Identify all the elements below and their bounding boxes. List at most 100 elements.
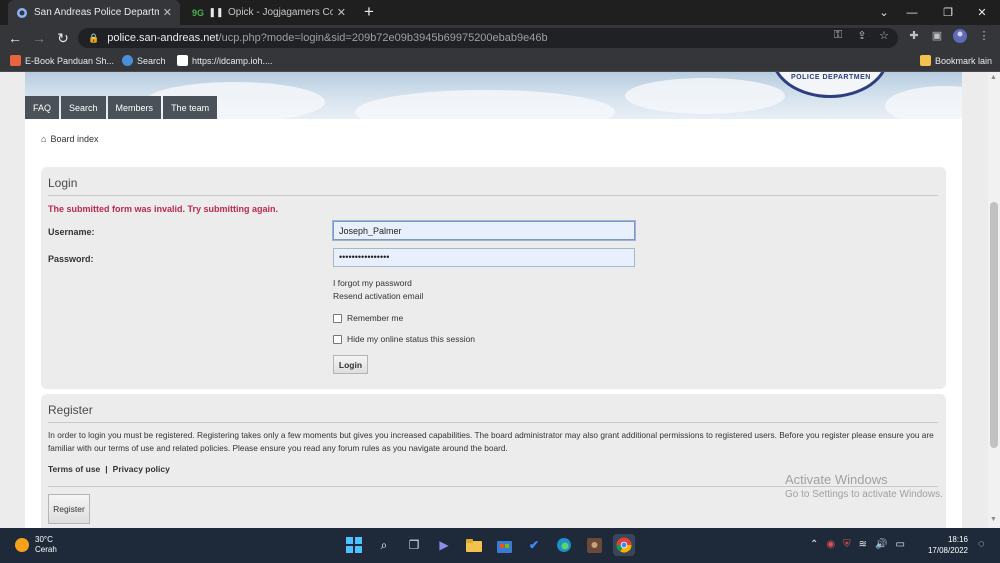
forum-wrapper: POLICE DEPARTMEN FAQ Search Members The … xyxy=(25,72,962,528)
sapd-favicon-icon xyxy=(16,7,28,19)
page-viewport: POLICE DEPARTMEN FAQ Search Members The … xyxy=(0,72,988,528)
taskbar-clock[interactable]: 18:16 17/08/2022 xyxy=(922,534,968,556)
bookmark-folder-other[interactable]: Bookmark lain xyxy=(920,55,992,66)
audio-playing-icon[interactable]: ❚❚ xyxy=(208,7,223,19)
close-tab-icon[interactable]: ✕ xyxy=(163,6,172,19)
site-nav-tabs: FAQ Search Members The team xyxy=(25,96,218,119)
search-icon[interactable]: ⌕ xyxy=(373,534,395,556)
taskbar-apps: ⌕ ❐ ▶ ✔ xyxy=(343,534,635,556)
sunny-weather-icon xyxy=(15,538,29,552)
nav-tab-faq[interactable]: FAQ xyxy=(25,96,60,119)
tab-opick-jogjagamers[interactable]: 9G ❚❚ Opick - Jogjagamers Commun ✕ xyxy=(184,0,354,25)
security-icon[interactable]: ⛨ xyxy=(843,539,851,550)
policy-links: Terms of use | Privacy policy xyxy=(48,464,170,474)
lock-icon[interactable]: 🔒 xyxy=(88,33,99,44)
bookmark-label: E-Book Panduan Sh... xyxy=(25,55,115,66)
tab-title: San Andreas Police Department xyxy=(34,7,159,18)
watermark-subtitle: Go to Settings to activate Windows. xyxy=(785,489,943,500)
forgot-password-link[interactable]: I forgot my password xyxy=(333,278,412,288)
resend-activation-link[interactable]: Resend activation email xyxy=(333,291,423,301)
privacy-policy-link[interactable]: Privacy policy xyxy=(113,464,170,474)
wifi-icon[interactable]: ≋ xyxy=(859,539,867,550)
breadcrumb: ⌂ Board index xyxy=(41,134,98,144)
side-panel-icon[interactable]: ▣ xyxy=(929,29,945,42)
divider xyxy=(48,422,938,423)
remember-me-label[interactable]: Remember me xyxy=(347,313,403,323)
ebook-favicon-icon xyxy=(10,55,21,66)
weather-description: Cerah xyxy=(35,545,57,554)
profile-avatar-icon[interactable] xyxy=(952,29,968,46)
close-window-icon[interactable]: ✕ xyxy=(964,0,1000,25)
bookmark-ebook[interactable]: E-Book Panduan Sh... xyxy=(10,55,114,66)
task-view-icon[interactable]: ❐ xyxy=(403,534,425,556)
search-favicon-icon xyxy=(122,55,133,66)
username-label: Username: xyxy=(48,227,95,237)
browser-toolbar: ← → ↻ 🔒 police.san-andreas.net/ucp.php?m… xyxy=(0,25,1000,51)
restore-icon[interactable]: ❐ xyxy=(930,0,966,25)
weather-temperature: 30°C xyxy=(35,535,53,544)
teams-chat-icon[interactable]: ▶ xyxy=(433,534,455,556)
key-icon[interactable]: ⚿ xyxy=(830,29,846,42)
username-input[interactable] xyxy=(333,221,635,240)
system-tray: ⌃ ◉ ⛨ ≋ 🔊 ▭ xyxy=(810,539,905,550)
scroll-down-icon[interactable]: ▼ xyxy=(990,516,997,523)
file-explorer-icon[interactable] xyxy=(463,534,485,556)
back-arrow-icon[interactable]: ← xyxy=(6,29,24,47)
tray-overflow-chevron-icon[interactable]: ⌃ xyxy=(810,539,818,550)
microsoft-store-icon[interactable] xyxy=(493,534,515,556)
notification-bell-icon[interactable]: ◌ xyxy=(978,538,985,550)
reload-icon[interactable]: ↻ xyxy=(54,29,72,47)
bookmarks-bar: E-Book Panduan Sh... Search https://idca… xyxy=(0,51,1000,72)
chrome-browser-icon[interactable] xyxy=(613,534,635,556)
register-panel: Register In order to login you must be r… xyxy=(41,394,946,528)
jogjagamers-favicon-icon: 9G xyxy=(192,7,205,18)
page-scrollbar[interactable]: ▲ ▼ xyxy=(988,72,1000,528)
nav-tab-members[interactable]: Members xyxy=(107,96,162,119)
new-tab-icon[interactable]: + xyxy=(364,3,374,21)
weather-widget[interactable]: 30°C Cerah xyxy=(15,535,57,555)
game-app-icon[interactable] xyxy=(583,534,605,556)
hide-online-label[interactable]: Hide my online status this session xyxy=(347,334,475,344)
hide-online-checkbox[interactable] xyxy=(333,334,342,344)
bookmark-idcamp[interactable]: https://idcamp.ioh.... xyxy=(177,55,273,66)
nav-tab-team[interactable]: The team xyxy=(163,96,218,119)
battery-icon[interactable]: ▭ xyxy=(895,539,904,550)
password-input[interactable]: •••••••••••••••• xyxy=(333,248,635,267)
browser-tab-strip: San Andreas Police Department ✕ 9G ❚❚ Op… xyxy=(0,0,1000,25)
activate-windows-watermark: Activate Windows Go to Settings to activ… xyxy=(785,472,943,500)
watermark-title: Activate Windows xyxy=(785,472,888,487)
windows-start-icon[interactable] xyxy=(343,534,365,556)
game-mode-icon[interactable]: ◉ xyxy=(826,539,835,550)
scroll-up-icon[interactable]: ▲ xyxy=(990,74,997,81)
close-tab-icon[interactable]: ✕ xyxy=(337,6,346,19)
login-button[interactable]: Login xyxy=(333,355,368,374)
bookmark-search[interactable]: Search xyxy=(122,55,166,66)
todo-check-icon[interactable]: ✔ xyxy=(523,534,545,556)
minimize-icon[interactable]: — xyxy=(894,0,930,25)
clock-date: 17/08/2022 xyxy=(927,546,968,555)
home-icon[interactable]: ⌂ xyxy=(41,134,46,144)
terms-of-use-link[interactable]: Terms of use xyxy=(48,464,100,474)
register-description: In order to login you must be registered… xyxy=(48,430,934,453)
password-label: Password: xyxy=(48,254,94,264)
bookmark-star-icon[interactable]: ☆ xyxy=(876,29,892,42)
remember-me-row: Remember me xyxy=(333,313,403,323)
breadcrumb-board-index[interactable]: Board index xyxy=(50,134,98,144)
extensions-icon[interactable]: ✚ xyxy=(906,29,922,42)
share-icon[interactable]: ⇪ xyxy=(854,29,870,42)
forward-arrow-icon[interactable]: → xyxy=(30,29,48,47)
tab-title: Opick - Jogjagamers Commun xyxy=(228,7,333,18)
bookmark-label: Search xyxy=(137,55,166,66)
idcamp-favicon-icon xyxy=(177,55,188,66)
remember-me-checkbox[interactable] xyxy=(333,313,342,323)
edge-browser-icon[interactable] xyxy=(553,534,575,556)
scroll-thumb[interactable] xyxy=(990,202,998,448)
menu-kebab-icon[interactable]: ⋮ xyxy=(976,29,992,42)
nav-tab-search[interactable]: Search xyxy=(61,96,106,119)
tab-san-andreas-police[interactable]: San Andreas Police Department ✕ xyxy=(8,0,180,25)
link-separator: | xyxy=(105,464,108,474)
register-button[interactable]: Register xyxy=(48,494,90,524)
address-bar[interactable]: 🔒 police.san-andreas.net/ucp.php?mode=lo… xyxy=(78,28,898,48)
volume-icon[interactable]: 🔊 xyxy=(875,539,887,550)
windows-taskbar: 30°C Cerah ⌕ ❐ ▶ ✔ ⌃ ◉ ⛨ ≋ 🔊 ▭ 18:16 17/… xyxy=(0,528,1000,563)
